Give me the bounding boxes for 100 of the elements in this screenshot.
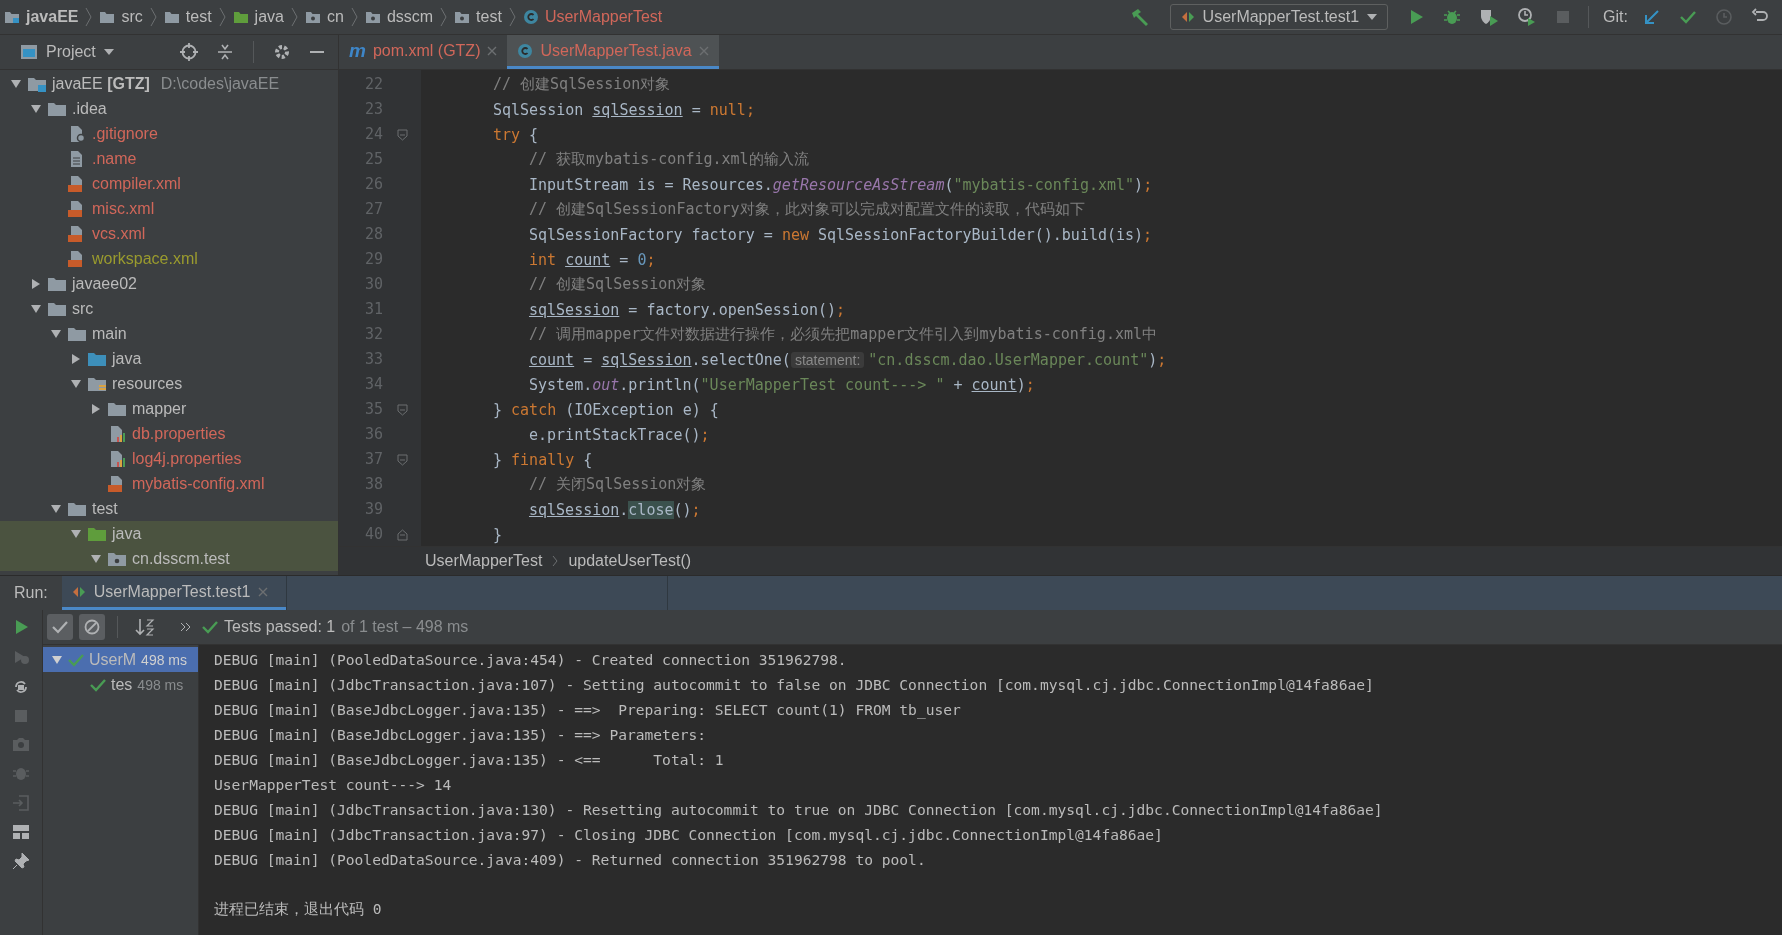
- package-icon: [107, 550, 127, 567]
- collapsed-arrow-icon[interactable]: [70, 352, 82, 365]
- chevron-icon: [290, 7, 298, 27]
- tree-item[interactable]: java: [112, 349, 142, 368]
- console-line: DEBUG [main] (JdbcTransaction.java:107) - Setting autocommit to false on JDBC Connection [com.mysql.cj.jdbc.ConnectionImpl@14fa86ae]: [214, 675, 1375, 695]
- expanded-arrow-icon[interactable]: [70, 527, 82, 540]
- fold-marker-icon[interactable]: [396, 128, 408, 141]
- package-icon: [454, 10, 471, 24]
- fold-marker-icon[interactable]: [396, 528, 408, 541]
- fold-marker-icon[interactable]: [396, 453, 408, 466]
- collapse-all-icon[interactable]: [216, 43, 234, 61]
- tree-item[interactable]: java: [112, 524, 142, 543]
- console-line: DEBUG [main] (PooledDataSource.java:409) - Returned connection 351962798 to pool.: [214, 850, 927, 870]
- check-icon: [52, 620, 68, 634]
- breadcrumb-item[interactable]: src: [121, 8, 143, 26]
- test-result-row[interactable]: UserM 498 ms: [43, 647, 198, 672]
- tree-row[interactable]: cn.dsscm.test: [0, 546, 338, 571]
- tree-item[interactable]: mybatis-config.xml: [132, 474, 265, 493]
- locate-icon[interactable]: [180, 43, 198, 61]
- run-configuration-dropdown[interactable]: UserMapperTest.test1: [1169, 4, 1389, 30]
- expanded-arrow-icon[interactable]: [10, 77, 22, 90]
- tree-item[interactable]: workspace.xml: [92, 249, 198, 268]
- console-line: DEBUG [main] (JdbcTransaction.java:97) - Closing JDBC Connection [com.mysql.cj.jdbc.ConnectionImpl@14fa86ae]: [214, 825, 1164, 845]
- tree-item[interactable]: mapper: [132, 399, 187, 418]
- tree-item[interactable]: src: [72, 299, 94, 318]
- folder-icon: [4, 10, 20, 24]
- tree-item[interactable]: javaee02: [72, 274, 137, 293]
- editor-tab[interactable]: m pom.xml (GTZ): [339, 35, 508, 69]
- sort-icon[interactable]: [135, 618, 155, 636]
- code-line: // 调用mapper文件对数据进行操作，必须先把mapper文件引入到mybatis-config.xml中: [528, 325, 1157, 344]
- breadcrumb-item[interactable]: updateUserTest(): [568, 552, 692, 570]
- expanded-arrow-icon[interactable]: [70, 377, 82, 390]
- test-class-icon: [1180, 10, 1195, 24]
- breadcrumb-item[interactable]: UserMapperTest: [425, 552, 543, 570]
- tree-item[interactable]: compiler.xml: [92, 174, 181, 193]
- expanded-arrow-icon[interactable]: [50, 327, 62, 340]
- tree-item[interactable]: .idea: [72, 99, 107, 118]
- code-line: SqlSessionFactory factory = new SqlSessionFactoryBuilder().build(is);: [528, 225, 1153, 244]
- test-result-row[interactable]: tes 498 ms: [43, 672, 198, 697]
- package-icon: [364, 10, 381, 24]
- update-arrow-icon[interactable]: [1643, 8, 1661, 26]
- expanded-arrow-icon[interactable]: [30, 102, 42, 115]
- console-line: DEBUG [main] (BaseJdbcLogger.java:135) - ==> Parameters:: [214, 725, 708, 745]
- tree-item[interactable]: resources: [112, 374, 183, 393]
- code-line: e.printStackTrace();: [528, 425, 710, 444]
- tree-item[interactable]: .name: [92, 149, 137, 168]
- bug-icon[interactable]: [1443, 8, 1462, 26]
- close-icon[interactable]: [487, 45, 498, 56]
- console-line: DEBUG [main] (JdbcTransaction.java:130) - Resetting autocommit to true on JDBC Connection [com.mysql.cj.jdbc.ConnectionImpl@14fa86ae]: [214, 800, 1384, 820]
- breadcrumb-item[interactable]: test: [476, 8, 502, 26]
- settings-icon[interactable]: [273, 43, 291, 61]
- folder-icon: [47, 275, 67, 292]
- passed-check-icon: [202, 620, 218, 634]
- code-line: InputStream is = Resources.getResourceAsStream("mybatis-config.xml");: [528, 175, 1153, 194]
- fold-marker-icon[interactable]: [396, 403, 408, 416]
- expanded-arrow-icon[interactable]: [90, 552, 102, 565]
- tree-item[interactable]: log4j.properties: [132, 449, 242, 468]
- breadcrumb-item[interactable]: cn: [326, 8, 344, 26]
- code-line: }: [492, 525, 503, 544]
- breadcrumb-item[interactable]: javaEE: [26, 8, 79, 26]
- console-line: DEBUG [main] (BaseJdbcLogger.java:135) - <== Total: 1: [214, 750, 725, 770]
- code-line: System.out.println("UserMapperTest count---> " + count);: [528, 375, 1035, 394]
- tree-item[interactable]: vcs.xml: [92, 224, 146, 243]
- breadcrumb-item[interactable]: dsscm: [386, 8, 434, 26]
- folder-icon: [67, 325, 87, 342]
- breadcrumb-item[interactable]: java: [254, 8, 284, 26]
- tree-item[interactable]: db.properties: [132, 424, 226, 443]
- folder-icon: [99, 10, 116, 24]
- project-view-dropdown[interactable]: Project: [20, 43, 114, 61]
- tree-item[interactable]: misc.xml: [92, 199, 155, 218]
- collapsed-arrow-icon[interactable]: [90, 402, 102, 415]
- chevron-icon: [508, 7, 516, 27]
- breadcrumb-item[interactable]: UserMapperTest: [544, 8, 663, 26]
- more-icon[interactable]: [180, 622, 192, 632]
- show-passed-toggle[interactable]: [47, 614, 73, 640]
- package-icon: [304, 10, 321, 24]
- code-line: // 关闭SqlSession对象: [528, 475, 707, 494]
- code-line: // 创建SqlSessionFactory对象，此对象可以完成对配置文件的读取，代码如下: [528, 200, 1085, 219]
- tree-item[interactable]: main: [92, 324, 127, 343]
- expanded-arrow-icon[interactable]: [50, 502, 62, 515]
- folder-icon: [27, 75, 47, 92]
- layout-icon[interactable]: [12, 824, 30, 840]
- code-line: try {: [492, 125, 539, 144]
- expanded-arrow-icon[interactable]: [51, 653, 63, 666]
- caret-icon: [103, 49, 114, 55]
- chevron-icon: [149, 7, 157, 27]
- show-ignored-toggle[interactable]: [79, 614, 105, 640]
- tree-item[interactable]: javaEE [GTZ]: [52, 74, 150, 93]
- pin-icon[interactable]: [12, 852, 30, 870]
- tree-item[interactable]: cn.dsscm.test: [132, 549, 230, 568]
- tree-item[interactable]: test: [92, 499, 118, 518]
- console-line: DEBUG [main] (BaseJdbcLogger.java:135) - ==> Preparing: SELECT count(1) FROM tb_user: [214, 700, 962, 721]
- breadcrumb-item[interactable]: test: [185, 8, 212, 26]
- tree-item[interactable]: .gitignore: [92, 124, 158, 143]
- chevron-icon: [218, 7, 226, 27]
- class-icon: [522, 9, 539, 25]
- expanded-arrow-icon[interactable]: [30, 302, 42, 315]
- tree-row[interactable]: java: [0, 521, 338, 546]
- coverage-icon[interactable]: [1479, 8, 1500, 26]
- collapsed-arrow-icon[interactable]: [30, 277, 42, 290]
